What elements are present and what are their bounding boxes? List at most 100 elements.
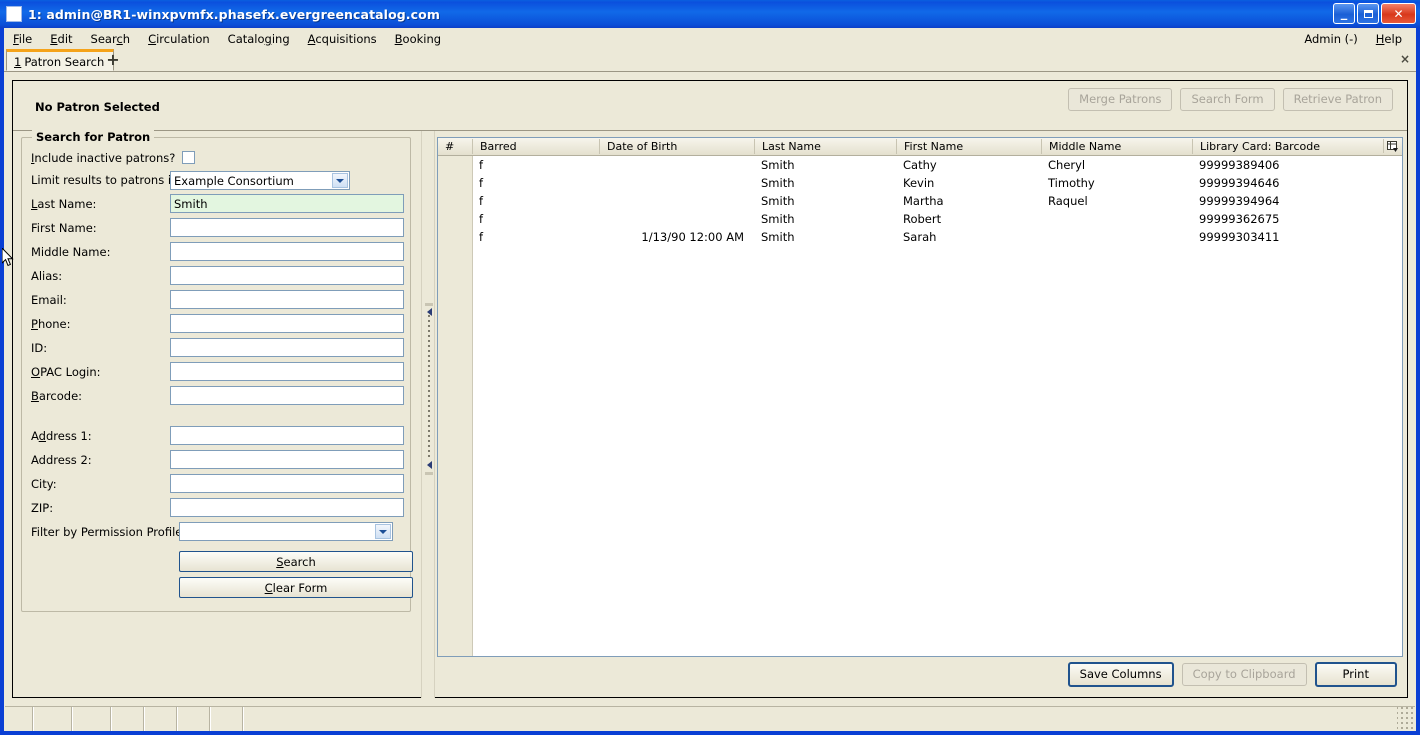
cell-dob	[599, 210, 754, 228]
clear-form-button[interactable]: Clear Form	[179, 577, 413, 598]
results-table-body: 1 f Smith Cathy Cheryl 99999389406 2 f S…	[438, 156, 1402, 656]
copy-to-clipboard-button[interactable]: Copy to Clipboard	[1181, 662, 1307, 686]
tab-strip: 1 Patron Search + ×	[4, 49, 1416, 72]
menu-circulation[interactable]: Circulation	[139, 30, 219, 48]
cell-middle-name: Timothy	[1048, 176, 1095, 190]
tab-patron-search[interactable]: 1 Patron Search	[6, 49, 115, 71]
search-form-button[interactable]: Search Form	[1180, 88, 1275, 111]
print-button[interactable]: Print	[1314, 661, 1397, 687]
resize-grip-icon[interactable]	[1397, 707, 1415, 731]
cell-barred: f	[479, 158, 484, 172]
close-button[interactable]: ✕	[1381, 3, 1416, 24]
cell-last-name: Smith	[761, 158, 795, 172]
table-row[interactable]: 3 f Smith Martha Raquel 99999394964	[438, 192, 1402, 210]
patron-header: No Patron Selected Merge Patrons Search …	[13, 81, 1407, 131]
zip-input[interactable]	[170, 498, 404, 517]
window-controls: _ ✕	[1333, 3, 1416, 24]
column-header-barred[interactable]: Barred	[472, 139, 599, 154]
cell-last-name: Smith	[761, 176, 795, 190]
merge-patrons-button[interactable]: Merge Patrons	[1068, 88, 1173, 111]
cell-barred: f	[479, 230, 484, 244]
menu-edit[interactable]: Edit	[41, 30, 81, 48]
table-row[interactable]: 2 f Smith Kevin Timothy 99999394646	[438, 174, 1402, 192]
maximize-icon	[1358, 4, 1378, 23]
phone-input[interactable]	[170, 314, 404, 333]
id-input[interactable]	[170, 338, 404, 357]
barcode-input[interactable]	[170, 386, 404, 405]
menu-bar: File Edit Search Circulation Cataloging …	[4, 28, 1416, 49]
city-input[interactable]	[170, 474, 404, 493]
results-actions: Save Columns Copy to Clipboard Print	[437, 659, 1403, 689]
label-address-1: Address 1:	[31, 429, 92, 443]
menu-acquisitions[interactable]: Acquisitions	[299, 30, 386, 48]
splitter-collapse-right-icon[interactable]	[425, 461, 433, 469]
cell-barred: f	[479, 194, 484, 208]
column-header-first-name[interactable]: First Name	[896, 139, 1041, 154]
cell-dob	[599, 192, 754, 210]
label-id: ID:	[31, 341, 48, 355]
cell-barcode: 99999394964	[1199, 194, 1280, 208]
label-zip: ZIP:	[31, 501, 54, 515]
cell-last-name: Smith	[761, 212, 795, 226]
column-header-last-name[interactable]: Last Name	[754, 139, 896, 154]
save-columns-button[interactable]: Save Columns	[1067, 661, 1174, 687]
cell-dob	[599, 156, 754, 174]
first-name-input[interactable]	[170, 218, 404, 237]
table-row[interactable]: 1 f Smith Cathy Cheryl 99999389406	[438, 156, 1402, 174]
address-2-input[interactable]	[170, 450, 404, 469]
menu-search[interactable]: Search	[82, 30, 140, 48]
table-row[interactable]: 5 f 1/13/90 12:00 AM Smith Sarah 9999930…	[438, 228, 1402, 246]
last-name-input[interactable]	[170, 194, 404, 213]
limit-results-value: Example Consortium	[174, 173, 294, 188]
status-cell-2	[34, 707, 73, 731]
email-input[interactable]	[170, 290, 404, 309]
new-tab-button[interactable]: +	[104, 51, 122, 69]
cell-barcode: 99999362675	[1199, 212, 1280, 226]
minimize-icon: _	[1340, 6, 1348, 21]
content-pane: No Patron Selected Merge Patrons Search …	[12, 80, 1408, 698]
tab-label: Patron Search	[24, 55, 105, 69]
menu-booking[interactable]: Booking	[386, 30, 450, 48]
limit-results-select[interactable]: Example Consortium	[170, 171, 350, 190]
patron-status-text: No Patron Selected	[35, 100, 160, 114]
middle-name-input[interactable]	[170, 242, 404, 261]
search-panel: Search for Patron Include inactive patro…	[13, 130, 419, 698]
table-row[interactable]: 4 f Smith Robert 99999362675	[438, 210, 1402, 228]
menu-admin[interactable]: Admin (-)	[1295, 30, 1366, 48]
menu-file[interactable]: File	[4, 30, 41, 48]
label-address-2: Address 2:	[31, 453, 92, 467]
close-tab-icon[interactable]: ×	[1400, 52, 1410, 66]
retrieve-patron-button[interactable]: Retrieve Patron	[1282, 88, 1393, 111]
status-cell-5	[145, 707, 178, 731]
permission-profile-select[interactable]	[179, 522, 393, 541]
cell-middle-name	[1041, 210, 1192, 228]
label-alias: Alias:	[31, 269, 63, 283]
cell-barcode: 99999394646	[1199, 176, 1280, 190]
tab-number: 1	[14, 55, 22, 69]
address-1-input[interactable]	[170, 426, 404, 445]
column-header-num[interactable]: #	[438, 139, 472, 154]
label-email: Email:	[31, 293, 67, 307]
maximize-button[interactable]	[1357, 3, 1379, 24]
chevron-down-icon-2	[375, 524, 391, 539]
column-header-dob[interactable]: Date of Birth	[599, 139, 754, 154]
column-picker-icon[interactable]	[1383, 139, 1400, 153]
label-permission-profile: Filter by Permission Profile:	[31, 525, 187, 539]
opac-login-input[interactable]	[170, 362, 404, 381]
status-cell-3	[73, 707, 112, 731]
column-header-barcode[interactable]: Library Card: Barcode	[1192, 139, 1386, 154]
alias-input[interactable]	[170, 266, 404, 285]
include-inactive-checkbox[interactable]	[182, 151, 195, 164]
pane-splitter[interactable]	[421, 131, 435, 698]
cell-barred: f	[479, 212, 484, 226]
minimize-button[interactable]: _	[1333, 3, 1355, 24]
column-header-middle-name[interactable]: Middle Name	[1041, 139, 1192, 154]
cell-barred: f	[479, 176, 484, 190]
label-city: City:	[31, 477, 57, 491]
patron-header-actions: Merge Patrons Search Form Retrieve Patro…	[1068, 88, 1393, 111]
status-bar	[5, 706, 1415, 731]
menu-cataloging[interactable]: Cataloging	[219, 30, 299, 48]
menu-help[interactable]: Help	[1367, 30, 1416, 48]
cell-first-name: Kevin	[903, 176, 935, 190]
search-button[interactable]: Search	[179, 551, 413, 572]
